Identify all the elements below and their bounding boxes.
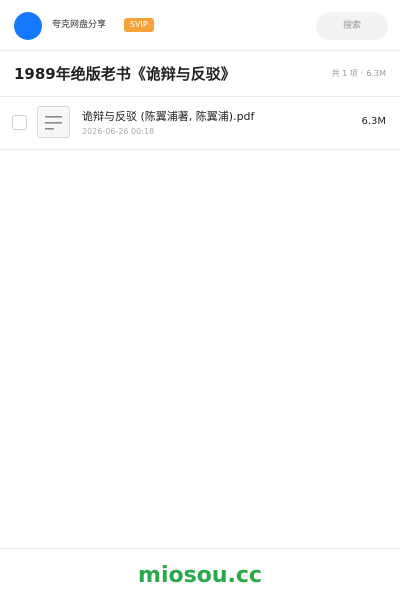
- total-size: 6.3M: [366, 69, 386, 78]
- item-count: 共 1 项: [331, 69, 358, 78]
- share-summary: 共 1 项 · 6.3M: [332, 68, 386, 80]
- footer: miosou.cc: [0, 548, 400, 600]
- share-page: 夸克网盘分享 SVIP 搜索 1989年绝版老书《诡辩与反驳》 共 1 项 · 6.…: [0, 0, 400, 600]
- file-checkbox[interactable]: [12, 115, 27, 130]
- avatar[interactable]: [14, 12, 42, 40]
- header: 夸克网盘分享 SVIP 搜索: [0, 0, 400, 51]
- file-date: 2026-06-26 00:18: [82, 127, 155, 136]
- user-name[interactable]: 夸克网盘分享: [52, 19, 106, 31]
- page-title: 1989年绝版老书《诡辩与反驳》: [14, 65, 236, 83]
- file-size: 6.3M: [361, 116, 386, 127]
- file-name[interactable]: 诡辩与反驳 (陈翼浦著, 陈翼浦).pdf: [82, 110, 254, 124]
- summary-separator: ·: [360, 69, 364, 78]
- document-icon: [37, 106, 70, 138]
- title-row: 1989年绝版老书《诡辩与反驳》 共 1 项 · 6.3M: [0, 51, 400, 97]
- document-lines-icon: [45, 116, 62, 130]
- search-input[interactable]: 搜索: [316, 12, 388, 40]
- watermark: miosou.cc: [138, 563, 262, 588]
- file-row[interactable]: 诡辩与反驳 (陈翼浦著, 陈翼浦).pdf 2026-06-26 00:18 6…: [0, 97, 400, 150]
- svip-badge: SVIP: [124, 18, 154, 32]
